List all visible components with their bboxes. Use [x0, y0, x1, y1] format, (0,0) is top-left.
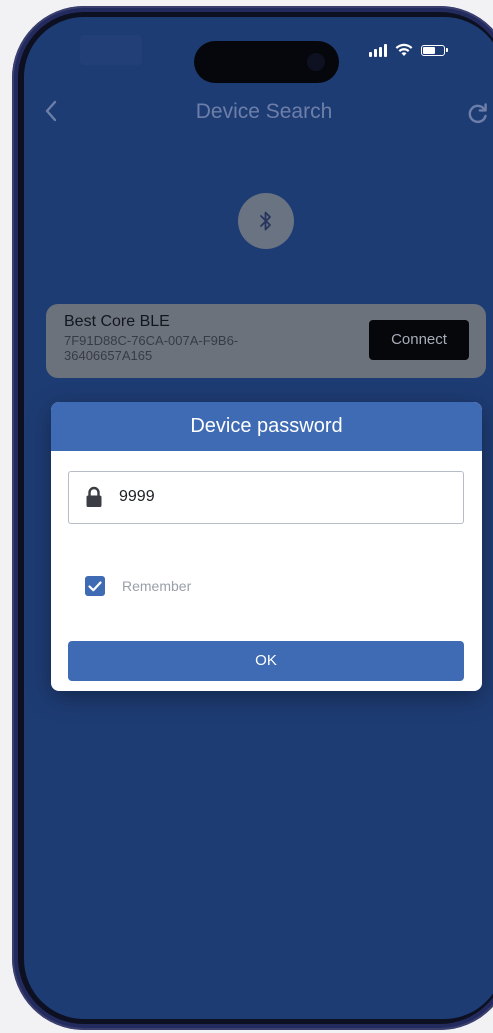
device-list-item[interactable]: Best Core BLE 7F91D88C-76CA-007A-F9B6-36… — [46, 304, 486, 378]
bluetooth-icon — [260, 211, 271, 231]
bluetooth-status-indicator — [238, 193, 294, 249]
dynamic-island — [194, 41, 339, 83]
checkmark-icon — [88, 581, 102, 592]
status-bar-icons — [369, 43, 448, 57]
device-name: Best Core BLE — [64, 313, 170, 330]
password-field[interactable] — [68, 471, 464, 524]
password-input[interactable] — [119, 485, 439, 509]
status-time-area — [80, 35, 142, 65]
phone-frame: Device Search Best Core BLE 7F91D88C-76C… — [12, 6, 493, 1030]
device-id: 7F91D88C-76CA-007A-F9B6-36406657A165 — [64, 333, 239, 363]
ok-button[interactable]: OK — [68, 641, 464, 681]
refresh-icon[interactable] — [466, 101, 490, 125]
phone-screen: Device Search Best Core BLE 7F91D88C-76C… — [24, 17, 493, 1019]
page: Device Search Best Core BLE 7F91D88C-76C… — [0, 0, 493, 1033]
connect-button[interactable]: Connect — [369, 320, 469, 360]
remember-label: Remember — [122, 578, 192, 594]
dialog-title: Device password — [51, 402, 482, 451]
lock-icon — [86, 486, 102, 507]
remember-checkbox[interactable] — [85, 576, 105, 596]
wifi-icon — [395, 43, 413, 56]
battery-icon — [421, 44, 448, 56]
page-title: Device Search — [195, 100, 333, 123]
camera-icon — [307, 53, 325, 71]
device-password-dialog: Device password Remember OK — [51, 402, 482, 691]
cellular-signal-icon — [369, 43, 387, 57]
